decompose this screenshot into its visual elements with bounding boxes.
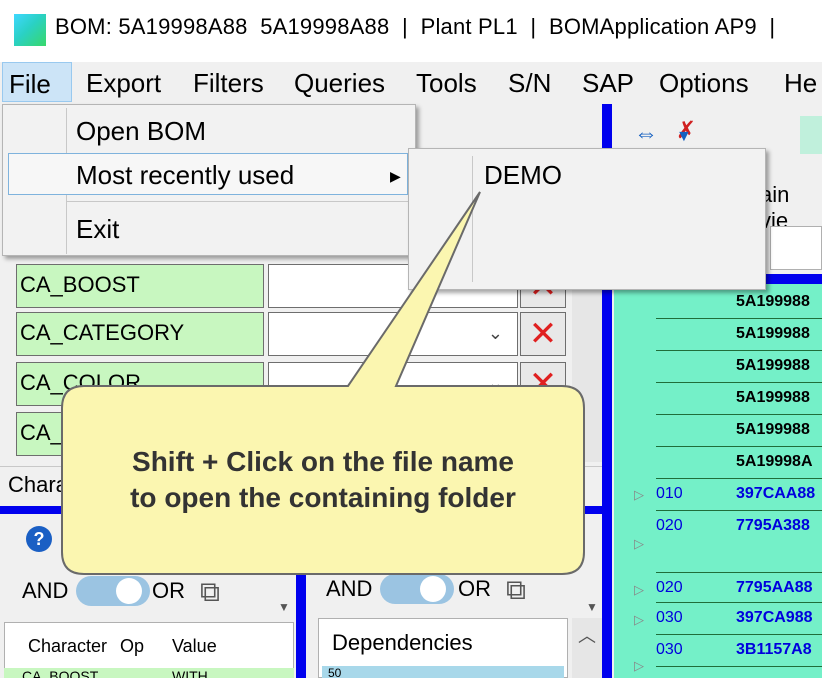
callout-bubble <box>61 191 585 575</box>
tooltip-callout <box>61 191 585 575</box>
callout-line: Shift + Click on the file name <box>132 446 514 477</box>
callout-text: Shift + Click on the file name to open t… <box>62 444 584 516</box>
callout-line: to open the containing folder <box>130 482 516 513</box>
